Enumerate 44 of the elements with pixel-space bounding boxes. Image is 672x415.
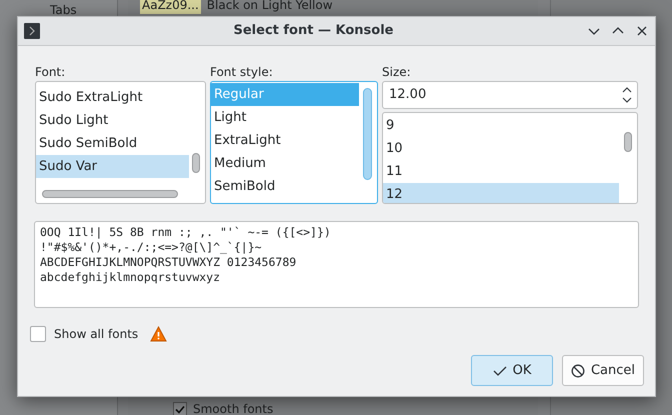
font-list[interactable]: Sudo ExtraLight Sudo Light Sudo SemiBold Sudo Var (35, 81, 206, 204)
size-list[interactable]: 9 10 11 12 (382, 112, 638, 204)
list-item[interactable]: Light (210, 106, 359, 129)
preview-line: 0OQ 1Il!| 5S 8B rnm :; ,. "'` ~-= ({[<>]}) (40, 225, 332, 240)
list-item[interactable]: Sudo SemiBold (36, 132, 189, 155)
scheme-name: Black on Light Yellow (206, 0, 333, 14)
preview-line: !"#$%&'()*+,-./:;<=>?@[\]^_`{|}~ (40, 240, 263, 255)
preview-line: ABCDEFGHIJKLMNOPQRSTUVWXYZ 0123456789 (40, 255, 298, 270)
font-label: Font: (35, 64, 66, 81)
list-item[interactable]: 12 (383, 183, 619, 203)
list-item[interactable]: 10 (383, 137, 619, 160)
preview-text-area[interactable]: 0OQ 1Il!| 5S 8B rnm :; ,. "'` ~-= ({[<>]}) !"#$%&'()*+,-./:;<=>?@[\]^_`{|}~ ABCDEFGHIJKLMNOPQRSTUVWXYZ 0123456789 abcdefghijklmnopqrstuvwxyz (34, 221, 639, 308)
checkmark-icon (492, 364, 507, 376)
preview-line: abcdefghijklmnopqrstuvwxyz (40, 270, 222, 285)
font-style-label: Font style: (210, 64, 274, 81)
ok-button[interactable]: OK (471, 355, 553, 386)
terminal-icon (24, 23, 40, 39)
cancel-button[interactable]: Cancel (562, 355, 644, 386)
scrollbar-handle[interactable] (624, 132, 632, 152)
close-icon[interactable] (635, 24, 649, 38)
sidebar-item[interactable]: Tabs (50, 4, 117, 16)
list-item[interactable]: SemiBold (210, 175, 359, 198)
warning-icon (150, 326, 168, 342)
list-item[interactable]: Sudo ExtraLight (36, 86, 189, 109)
scrollbar-handle[interactable] (363, 88, 372, 180)
list-item[interactable]: Medium (210, 152, 359, 175)
list-item[interactable]: Sudo Var (36, 155, 189, 178)
scheme-sample: AaZz09... (140, 0, 201, 14)
list-item[interactable]: 9 (383, 114, 619, 137)
scrollbar-handle[interactable] (42, 190, 178, 198)
checkbox[interactable] (173, 402, 187, 415)
window-title: Select font — Konsole (232, 22, 394, 40)
list-item[interactable]: Sudo Light (36, 109, 189, 132)
checkbox-label: Smooth fonts (193, 401, 274, 415)
font-style-list[interactable]: Regular Light ExtraLight Medium SemiBold (210, 81, 378, 204)
size-label: Size: (382, 64, 412, 81)
list-item[interactable]: 11 (383, 160, 619, 183)
checkbox[interactable] (30, 326, 46, 342)
spin-arrows-icon[interactable] (620, 85, 633, 105)
list-item[interactable]: ExtraLight (210, 129, 359, 152)
cancel-icon (570, 364, 585, 378)
size-spinbox[interactable]: 12.00 (382, 81, 638, 109)
checkbox-label: Show all fonts (54, 326, 138, 343)
scrollbar-handle[interactable] (192, 153, 200, 173)
